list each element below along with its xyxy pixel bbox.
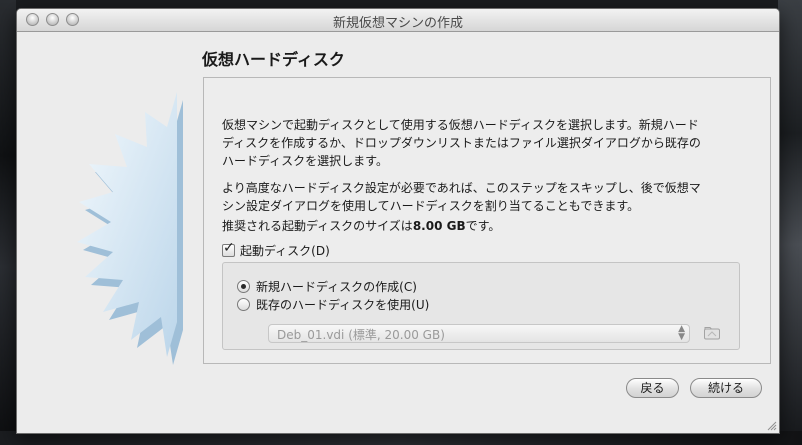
up-down-arrows-icon: ▲ ▼: [678, 324, 685, 342]
title-bar[interactable]: 新規仮想マシンの作成: [17, 9, 779, 32]
use-existing-disk-label: 既存のハードディスクを使用(U): [256, 298, 430, 312]
existing-disk-select[interactable]: Deb_01.vdi (標準, 20.00 GB) ▲ ▼: [268, 324, 690, 343]
page-title: 仮想ハードディスク: [202, 50, 345, 69]
description-line: ハードディスクを選択します。: [222, 154, 388, 168]
existing-disk-value: Deb_01.vdi (標準, 20.00 GB): [277, 328, 445, 342]
description-paragraph: 仮想マシンで起動ディスクとして使用する仮想ハードディスクを選択します。新規ハード…: [222, 116, 762, 170]
desktop-background-left: [0, 0, 16, 445]
new-vm-wizard-window: 新規仮想マシンの作成 仮想ハードディスク 仮想マシンで起動ディスクとして使用する…: [16, 8, 780, 434]
advanced-note-paragraph: より高度なハードディスク設定が必要であれば、このステップをスキップし、後で仮想マ…: [222, 179, 762, 215]
recommended-size-text: 推奨される起動ディスクのサイズは8.00 GBです。: [222, 217, 762, 235]
boot-disk-label: 起動ディスク(D): [240, 244, 330, 258]
recommended-size-value: 8.00 GB: [412, 219, 466, 233]
checkmark-icon: ✓: [223, 240, 235, 256]
recommended-size-prefix: 推奨される起動ディスクのサイズは: [222, 219, 413, 233]
advanced-note-line: より高度なハードディスク設定が必要であれば、このステップをスキップし、後で仮想マ: [222, 181, 701, 195]
window-title: 新規仮想マシンの作成: [332, 16, 463, 31]
use-existing-disk-option[interactable]: 既存のハードディスクを使用(U): [237, 296, 429, 313]
wizard-content: 仮想ハードディスク 仮想マシンで起動ディスクとして使用する仮想ハードディスクを選…: [17, 32, 779, 433]
recommended-size-suffix: です。: [465, 219, 501, 233]
radio-selected-dot: [241, 284, 246, 289]
create-new-disk-option[interactable]: 新規ハードディスクの作成(C): [237, 278, 417, 295]
back-button[interactable]: 戻る: [626, 378, 679, 398]
advanced-note-line: シン設定ダイアログを使用してハードディスクを割り当てることもできます。: [222, 199, 640, 213]
next-button[interactable]: 続ける: [690, 378, 762, 398]
desktop-background-right: [778, 0, 802, 445]
hard-disk-options-group: 新規ハードディスクの作成(C) 既存のハードディスクを使用(U) Deb_01.…: [222, 262, 740, 350]
boot-disk-checkbox-row[interactable]: ✓ 起動ディスク(D): [222, 240, 330, 259]
create-new-disk-label: 新規ハードディスクの作成(C): [256, 280, 417, 294]
use-existing-disk-radio[interactable]: [237, 298, 250, 311]
create-new-disk-radio[interactable]: [237, 280, 250, 293]
content-panel: 仮想マシンで起動ディスクとして使用する仮想ハードディスクを選択します。新規ハード…: [203, 77, 771, 364]
starburst-graphic: [77, 92, 183, 365]
description-line: 仮想マシンで起動ディスクとして使用する仮想ハードディスクを選択します。新規ハード: [222, 118, 699, 132]
description-line: ディスクを作成するか、ドロップダウンリストまたはファイル選択ダイアログから既存の: [222, 136, 701, 150]
open-folder-icon[interactable]: [703, 325, 721, 341]
resize-grip-icon[interactable]: [766, 420, 777, 431]
boot-disk-checkbox[interactable]: ✓: [222, 240, 235, 257]
